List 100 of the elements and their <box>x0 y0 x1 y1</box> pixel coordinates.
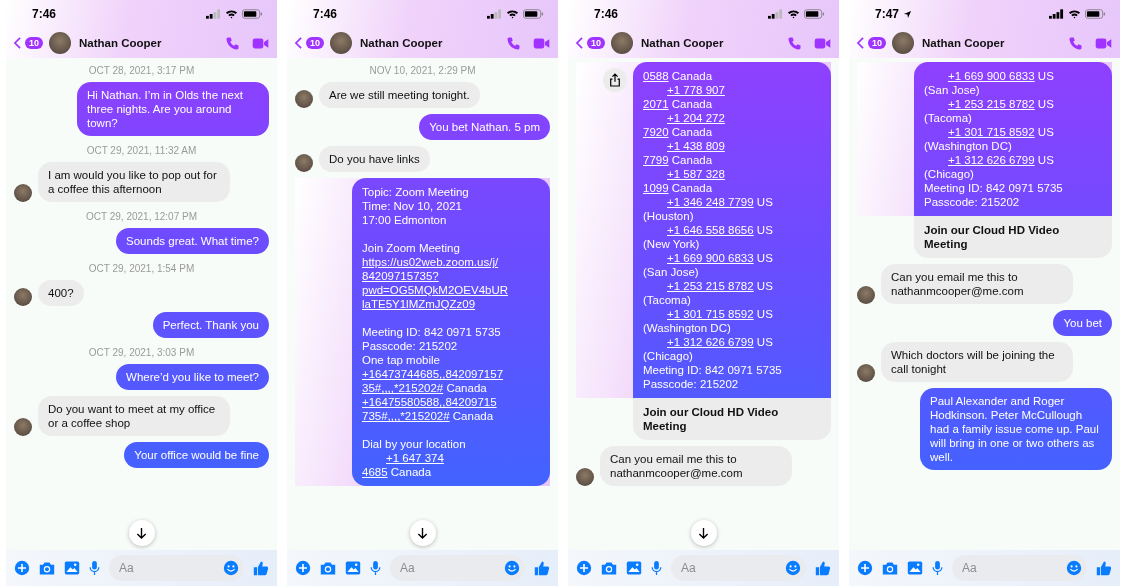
link[interactable]: 2071 <box>643 98 669 110</box>
link[interactable]: +1 346 248 7799 <box>667 196 754 208</box>
avatar[interactable] <box>611 32 633 54</box>
link[interactable]: https://us02web.zoom.us/j/ <box>362 256 499 268</box>
link[interactable]: laTE5Y1lMZmJQZz09 <box>362 298 476 310</box>
unread-count-badge: 10 <box>306 37 324 49</box>
message-bubble: Do you have links <box>319 146 430 172</box>
emoji-icon[interactable] <box>223 560 239 576</box>
camera-icon[interactable] <box>320 560 336 576</box>
location-arrow-icon <box>903 9 913 19</box>
link[interactable]: +1 253 215 8782 <box>667 280 754 292</box>
camera-icon[interactable] <box>39 560 55 576</box>
down-arrow-icon[interactable] <box>136 526 147 540</box>
link[interactable]: +1 669 900 6833 <box>948 70 1035 82</box>
thumbs-up-icon[interactable] <box>534 560 550 576</box>
link[interactable]: +1 301 715 8592 <box>667 308 754 320</box>
scroll-down-button[interactable] <box>409 520 436 546</box>
message-text: (Chicago) <box>924 168 974 180</box>
plus-icon[interactable] <box>14 560 30 576</box>
phone-icon[interactable] <box>225 35 240 51</box>
phone-icon[interactable] <box>506 35 521 51</box>
microphone-icon[interactable] <box>932 560 943 576</box>
plus-icon[interactable] <box>295 560 311 576</box>
message-text: US <box>1036 70 1054 82</box>
phone-icon[interactable] <box>1068 35 1083 51</box>
avatar[interactable] <box>330 32 352 54</box>
camera-icon[interactable] <box>882 560 898 576</box>
link[interactable]: +1 778 907 <box>667 84 725 96</box>
link[interactable]: +1 312 626 6799 <box>948 154 1035 166</box>
link[interactable]: +1 669 900 6833 <box>667 252 754 264</box>
contact-name[interactable]: Nathan Cooper <box>79 37 162 49</box>
image-icon[interactable] <box>64 560 80 576</box>
link[interactable]: +1 204 272 <box>667 112 725 124</box>
image-icon[interactable] <box>345 560 361 576</box>
share-icon[interactable] <box>609 73 621 87</box>
back-icon[interactable] <box>14 37 21 49</box>
avatar[interactable] <box>892 32 914 54</box>
timestamp: OCT 29, 2021, 1:54 PM <box>87 263 196 274</box>
down-arrow-icon[interactable] <box>698 526 709 540</box>
thumbs-up-icon[interactable] <box>253 560 269 576</box>
contact-name[interactable]: Nathan Cooper <box>360 37 443 49</box>
link[interactable]: +16473744685,,842097157 <box>362 368 504 380</box>
message-field[interactable]: Aa <box>952 555 1087 581</box>
thumbs-up-icon[interactable] <box>1096 560 1112 576</box>
emoji-icon[interactable] <box>785 560 801 576</box>
link[interactable]: 735#,,,,*215202# <box>362 410 450 422</box>
signal-icon <box>206 9 221 19</box>
image-icon[interactable] <box>626 560 642 576</box>
link-preview-title[interactable]: Join our Cloud HD Video Meeting <box>914 216 1112 258</box>
image-icon[interactable] <box>907 560 923 576</box>
share-button[interactable] <box>603 68 627 92</box>
message-bubble: Where’d you like to meet? <box>116 364 269 390</box>
microphone-icon[interactable] <box>370 560 381 576</box>
link[interactable]: pwd=OG5MQkM2OEV4bUR <box>362 284 509 296</box>
link[interactable]: +1 301 715 8592 <box>948 126 1035 138</box>
link-preview-title[interactable]: Join our Cloud HD Video Meeting <box>633 398 831 440</box>
message-field[interactable]: Aa <box>671 555 806 581</box>
message-text: Canada <box>451 410 494 422</box>
link[interactable]: +16475580588,,84209715 <box>362 396 497 408</box>
link[interactable]: 0588 <box>643 70 669 82</box>
link[interactable]: +1 587 328 <box>667 168 725 180</box>
message-bubble: Which doctors will be joining the call tonight <box>881 342 1073 382</box>
scroll-down-button[interactable] <box>128 520 155 546</box>
message-text: Canada <box>670 126 713 138</box>
link[interactable]: 7799 <box>643 154 669 166</box>
back-icon[interactable] <box>857 37 864 49</box>
down-arrow-icon[interactable] <box>417 526 428 540</box>
avatar[interactable] <box>49 32 71 54</box>
message-text: US <box>755 252 773 264</box>
link[interactable]: 4685 <box>362 466 388 478</box>
contact-name[interactable]: Nathan Cooper <box>922 37 1005 49</box>
plus-icon[interactable] <box>576 560 592 576</box>
message-field[interactable]: Aa <box>109 555 244 581</box>
plus-icon[interactable] <box>857 560 873 576</box>
avatar <box>14 418 32 436</box>
link[interactable]: 35#,,,,*215202# <box>362 382 444 394</box>
phone-icon[interactable] <box>787 35 802 51</box>
emoji-icon[interactable] <box>504 560 520 576</box>
link[interactable]: +1 253 215 8782 <box>948 98 1035 110</box>
camera-icon[interactable] <box>601 560 617 576</box>
microphone-icon[interactable] <box>651 560 662 576</box>
unread-count-badge: 10 <box>868 37 886 49</box>
link[interactable]: +1 646 558 8656 <box>667 224 754 236</box>
message-text: (Houston) <box>643 210 694 222</box>
message-field[interactable]: Aa <box>390 555 525 581</box>
link[interactable]: +1 647 374 <box>386 452 444 464</box>
message-text: Canada <box>670 98 713 110</box>
scroll-down-button[interactable] <box>690 520 717 546</box>
emoji-icon[interactable] <box>1066 560 1082 576</box>
link[interactable]: +1 438 809 <box>667 140 725 152</box>
link[interactable]: +1 312 626 6799 <box>667 336 754 348</box>
link[interactable]: 1099 <box>643 182 669 194</box>
contact-name[interactable]: Nathan Cooper <box>641 37 724 49</box>
message-text: US <box>755 196 773 208</box>
back-icon[interactable] <box>576 37 583 49</box>
link[interactable]: 84209715735? <box>362 270 439 282</box>
microphone-icon[interactable] <box>89 560 100 576</box>
link[interactable]: 7920 <box>643 126 669 138</box>
back-icon[interactable] <box>295 37 302 49</box>
thumbs-up-icon[interactable] <box>815 560 831 576</box>
